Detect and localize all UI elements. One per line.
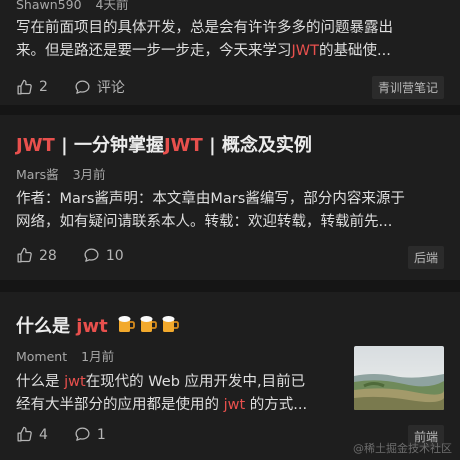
abstract-line: 写在前面项目的具体开发，总是会有许许多多的问题暴露出 <box>16 20 393 36</box>
comment-button[interactable]: 10 <box>83 247 124 264</box>
abstract-line: 来。但是路还是要一步一步走，今天来学习JWT的基础使... <box>16 40 444 63</box>
author-name[interactable]: Mars酱 <box>16 167 59 182</box>
like-button[interactable]: 2 <box>16 79 48 96</box>
category-tag[interactable]: 后端 <box>407 246 444 269</box>
keyword-highlight: jwt <box>223 397 246 413</box>
article-abstract[interactable]: 写在前面项目的具体开发，总是会有许许多多的问题暴露出 来。但是路还是要一步一步走… <box>16 17 444 63</box>
comment-button[interactable]: 评论 <box>74 77 125 97</box>
thumbs-up-icon <box>17 426 32 442</box>
abstract-line: 网络，如有疑问请联系本人。转载：欢迎转载，转载前先... <box>16 214 393 230</box>
article-card[interactable]: Shawn590 4天前 写在前面项目的具体开发，总是会有许许多多的问题暴露出 来… <box>0 0 460 105</box>
beer-mug-icon <box>140 316 157 332</box>
abstract-line: 经有大半部分的应用都是使用的 jwt 的方式... <box>16 394 346 417</box>
abstract-text: 来。但是路还是要一步一步走，今天来学习 <box>16 43 292 59</box>
abstract-line: 什么是 jwt在现代的 Web 应用开发中,目前已 <box>16 371 346 394</box>
abstract-text: 经有大半部分的应用都是使用的 <box>16 397 224 413</box>
like-button[interactable]: 4 <box>16 426 48 443</box>
article-actions: 4 1 <box>16 426 132 443</box>
comment-label: 评论 <box>96 80 125 96</box>
like-button[interactable]: 28 <box>16 247 57 264</box>
article-actions: 28 10 <box>16 247 150 264</box>
title-text: 什么是 <box>16 316 77 337</box>
landscape-thumbnail-image <box>354 346 444 410</box>
category-tag[interactable]: 青训营笔记 <box>371 76 444 99</box>
publish-time: 4天前 <box>95 0 129 12</box>
watermark: @稀土掘金技术社区 <box>353 442 452 455</box>
keyword-highlight: JWT <box>163 135 203 156</box>
article-abstract[interactable]: 什么是 jwt在现代的 Web 应用开发中,目前已 经有大半部分的应用都是使用的… <box>16 371 346 417</box>
comment-bubble-icon <box>84 248 99 262</box>
thumbs-up-icon <box>17 247 32 263</box>
article-meta: Shawn590 4天前 <box>16 0 128 13</box>
author-name[interactable]: Moment <box>16 349 67 364</box>
title-text: | 概念及实例 <box>202 135 312 156</box>
article-abstract[interactable]: 作者：Mars酱声明：本文章由Mars酱编写，部分内容来源于 网络，如有疑问请联… <box>16 188 444 234</box>
abstract-text: 在现代的 Web 应用开发中,目前已 <box>85 374 306 390</box>
keyword-highlight: JWT <box>291 43 319 59</box>
comment-count: 1 <box>96 426 106 443</box>
beer-mug-icon <box>118 316 135 332</box>
publish-time: 3月前 <box>72 167 106 182</box>
comment-bubble-icon <box>75 427 90 441</box>
keyword-highlight: jwt <box>76 316 108 337</box>
abstract-line: 作者：Mars酱声明：本文章由Mars酱编写，部分内容来源于 <box>16 191 405 207</box>
article-meta: Mars酱 3月前 <box>16 164 106 183</box>
article-card[interactable]: JWT | 一分钟掌握JWT | 概念及实例 Mars酱 3月前 作者：Mars酱… <box>0 115 460 280</box>
abstract-text: 的基础使... <box>318 43 391 59</box>
like-count: 4 <box>39 426 48 443</box>
like-count: 28 <box>39 247 57 264</box>
abstract-text: 的方式... <box>245 397 308 413</box>
article-actions: 2 评论 <box>16 77 151 97</box>
author-name[interactable]: Shawn590 <box>16 0 82 12</box>
keyword-highlight: JWT <box>16 135 55 156</box>
comment-count: 10 <box>105 247 124 264</box>
article-thumbnail[interactable] <box>354 346 444 410</box>
comment-button[interactable]: 1 <box>74 426 106 443</box>
title-text: | 一分钟掌握 <box>54 135 164 156</box>
like-count: 2 <box>39 79 48 95</box>
thumbs-up-icon <box>17 79 32 95</box>
beer-mug-icon <box>162 316 179 332</box>
publish-time: 1月前 <box>81 349 115 364</box>
comment-bubble-icon <box>75 79 90 94</box>
keyword-highlight: jwt <box>64 374 86 390</box>
abstract-text: 什么是 <box>16 374 65 390</box>
article-title[interactable]: 什么是 jwt <box>16 312 180 338</box>
article-title[interactable]: JWT | 一分钟掌握JWT | 概念及实例 <box>16 131 312 157</box>
article-meta: Moment 1月前 <box>16 346 114 365</box>
article-card[interactable]: 什么是 jwt Moment 1月前 什么是 jwt在现代的 Web 应用开发中,… <box>0 292 460 460</box>
